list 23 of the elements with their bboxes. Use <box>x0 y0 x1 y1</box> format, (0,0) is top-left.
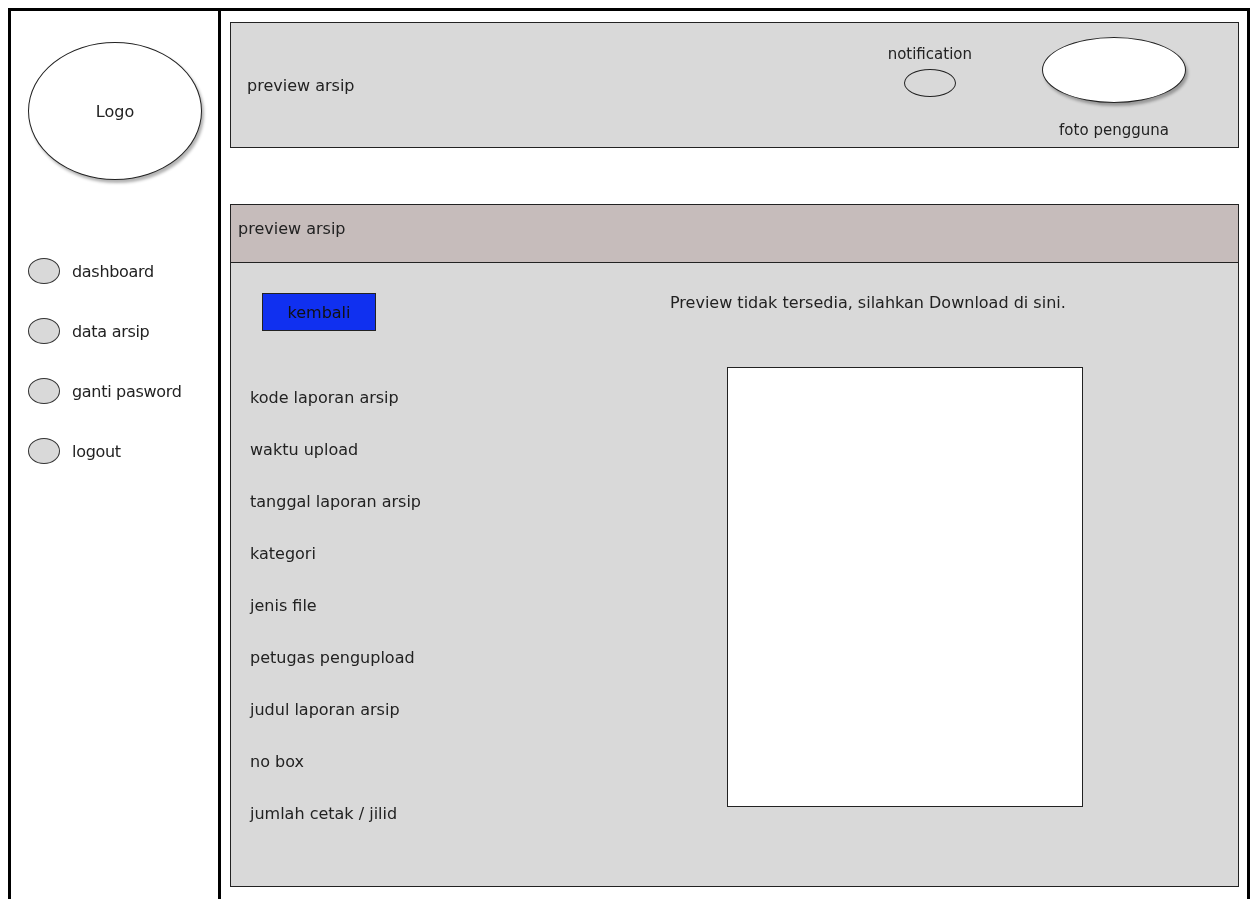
nav-icon[interactable] <box>28 258 60 284</box>
field-label: tanggal laporan arsip <box>250 491 422 512</box>
field-label: no box <box>250 751 305 772</box>
field-label: kategori <box>250 543 317 564</box>
page-title: preview arsip <box>247 75 356 95</box>
nav-item[interactable]: logout <box>72 441 121 461</box>
nav-icon[interactable] <box>28 378 60 404</box>
field-label: kode laporan arsip <box>250 387 400 408</box>
field-label: jumlah cetak / jilid <box>250 803 399 824</box>
user-photo-label: foto pengguna <box>1059 121 1169 139</box>
nav-icon[interactable] <box>28 438 60 464</box>
nav-item[interactable]: data arsip <box>72 321 150 341</box>
preview-message: Preview tidak tersedia, silahkan Download di sini. <box>670 293 1066 312</box>
logo: Logo <box>28 42 202 180</box>
field-label: petugas pengupload <box>250 647 416 668</box>
notification-label: notification <box>887 45 972 63</box>
field-label: jenis file <box>250 595 318 616</box>
field-label: waktu upload <box>250 439 360 460</box>
nav-item[interactable]: dashboard <box>72 261 154 281</box>
field-label: judul laporan arsip <box>250 699 401 720</box>
nav-item[interactable]: ganti pasword <box>72 381 182 401</box>
panel-title: preview arsip <box>238 219 346 238</box>
nav-icon[interactable] <box>28 318 60 344</box>
